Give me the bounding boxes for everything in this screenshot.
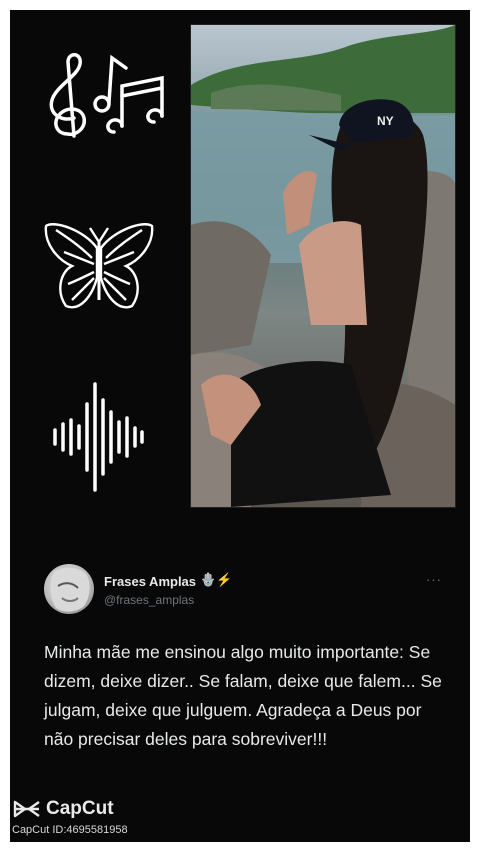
author-name[interactable]: Frases Amplas xyxy=(104,574,196,589)
svg-text:NY: NY xyxy=(377,114,394,128)
decorative-icons xyxy=(10,10,190,510)
photo-woman-seaside: NY xyxy=(190,24,456,508)
butterfly-icon xyxy=(44,223,154,309)
tweet-text: Minha mãe me ensinou algo muito importan… xyxy=(44,642,442,749)
capcut-id: CapCut ID:4695581958 xyxy=(12,824,128,836)
author-badges: 🪬⚡ xyxy=(200,572,233,587)
author-handle[interactable]: @frases_amplas xyxy=(104,593,194,607)
capcut-brand: CapCut xyxy=(46,798,114,819)
music-notes-icon xyxy=(49,53,164,138)
more-options-icon[interactable]: ··· xyxy=(426,572,442,587)
tweet-card: Frases Amplas 🪬⚡ @frases_amplas ··· Minh… xyxy=(10,550,470,810)
avatar[interactable] xyxy=(44,564,94,614)
capcut-logo-icon xyxy=(13,800,40,818)
story-frame: NY Frases Amplas 🪬⚡ @frases_amplas ··· M… xyxy=(10,10,470,842)
capcut-watermark: CapCut CapCut ID:4695581958 xyxy=(12,798,128,836)
capcut-logo: CapCut xyxy=(12,798,128,820)
sound-wave-icon xyxy=(53,382,144,492)
photo-illustration: NY xyxy=(191,25,455,507)
